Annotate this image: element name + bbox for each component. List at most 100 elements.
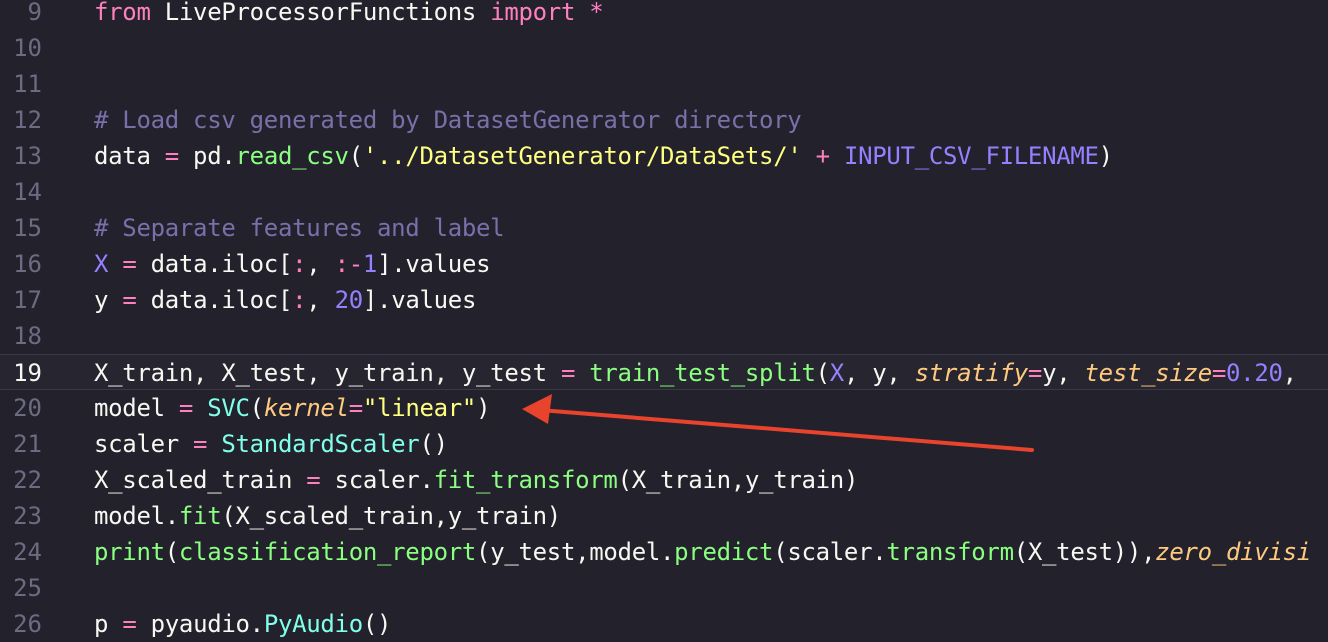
line-number: 12: [13, 106, 42, 134]
line-number: 22: [13, 466, 42, 494]
code-token: "linear": [362, 394, 477, 422]
code-token: data.iloc[: [136, 250, 293, 278]
code-token: =: [306, 466, 321, 494]
code-line[interactable]: 19 X_train, X_test, y_train, y_test = tra…: [0, 354, 1328, 390]
code-editor[interactable]: 9 from LiveProcessorFunctions import * 10 1…: [0, 0, 1328, 638]
code-token: kernel: [263, 394, 349, 422]
line-number: 20: [13, 394, 42, 422]
code-token: LiveProcessorFunctions: [150, 0, 491, 26]
code-text: data = pd.read_csv('../DatasetGenerator/…: [94, 138, 1113, 174]
code-token: (y_test,model.: [476, 538, 675, 566]
code-text: X_scaled_train = scaler.fit_transform(X_…: [94, 462, 858, 498]
line-number: 26: [13, 610, 42, 638]
code-token: transform: [886, 538, 1014, 566]
line-number: 14: [13, 178, 42, 206]
code-line[interactable]: 12 # Load csv generated by DatasetGenerat…: [0, 102, 1328, 138]
line-number: 19: [13, 359, 42, 387]
code-token: 0.20: [1226, 359, 1283, 387]
code-token: ].values: [377, 250, 491, 278]
code-token: test_size: [1084, 359, 1213, 387]
line-number: 23: [13, 502, 42, 530]
code-token: 20: [334, 286, 364, 314]
code-token: :-: [334, 250, 364, 278]
code-token: =: [1027, 359, 1043, 387]
code-line[interactable]: 21 scaler = StandardScaler(): [0, 426, 1328, 462]
code-token: , y,: [843, 359, 915, 387]
code-token: ): [476, 394, 491, 422]
code-token: fit_transform: [433, 466, 618, 494]
code-line[interactable]: 15 # Separate features and label: [0, 210, 1328, 246]
code-token: (: [815, 359, 830, 387]
code-token: =: [348, 394, 363, 422]
code-line[interactable]: 10: [0, 30, 1328, 66]
code-token: PyAudio: [263, 610, 363, 638]
code-line[interactable]: 25: [0, 570, 1328, 606]
line-number: 9: [27, 0, 42, 26]
code-text: scaler = StandardScaler(): [94, 426, 448, 462]
code-line[interactable]: 13 data = pd.read_csv('../DatasetGenerato…: [0, 138, 1328, 174]
code-token: =: [122, 610, 137, 638]
code-token: StandardScaler: [221, 430, 420, 458]
line-number: 18: [13, 322, 42, 350]
code-line[interactable]: 20 model = SVC(kernel="linear"): [0, 390, 1328, 426]
line-number: 10: [13, 34, 42, 62]
code-token: y: [94, 286, 123, 314]
code-line[interactable]: 18: [0, 318, 1328, 354]
code-line[interactable]: 11: [0, 66, 1328, 102]
code-token: ,: [306, 286, 335, 314]
code-line[interactable]: 26 p = pyaudio.PyAudio(): [0, 606, 1328, 642]
code-line[interactable]: 22 X_scaled_train = scaler.fit_transform(…: [0, 462, 1328, 498]
code-token: =: [122, 250, 137, 278]
line-number: 13: [13, 142, 42, 170]
code-token: +: [815, 142, 830, 170]
code-token: read_csv: [235, 142, 350, 170]
line-number: 24: [13, 538, 42, 566]
code-line[interactable]: 23 model.fit(X_scaled_train,y_train): [0, 498, 1328, 534]
code-text: # Load csv generated by DatasetGenerator…: [94, 102, 802, 138]
line-number: 17: [13, 286, 42, 314]
code-token: data: [94, 142, 165, 170]
code-token: model: [94, 394, 179, 422]
code-token: INPUT_CSV_FILENAME: [843, 142, 1099, 170]
code-token: :: [292, 286, 307, 314]
code-token: ].values: [362, 286, 477, 314]
code-token: :: [292, 250, 307, 278]
code-token: # Load csv generated by DatasetGenerator…: [94, 106, 802, 134]
code-text: X_train, X_test, y_train, y_test = train…: [94, 355, 1297, 391]
code-token: *: [589, 0, 604, 26]
line-number: 15: [13, 214, 42, 242]
code-line[interactable]: 17 y = data.iloc[:, 20].values: [0, 282, 1328, 318]
code-line[interactable]: 14: [0, 174, 1328, 210]
code-token: from: [94, 0, 151, 26]
code-line[interactable]: 16 X = data.iloc[:, :-1].values: [0, 246, 1328, 282]
code-token: (): [362, 610, 392, 638]
line-number: 16: [13, 250, 42, 278]
code-token: =: [178, 394, 194, 422]
code-token: X: [829, 359, 844, 387]
code-token: fit: [178, 502, 222, 530]
code-token: scaler: [94, 430, 194, 458]
code-text: # Separate features and label: [94, 210, 505, 246]
code-token: pyaudio.: [136, 610, 265, 638]
code-token: (X_train,y_train): [617, 466, 859, 494]
code-line[interactable]: 9 from LiveProcessorFunctions import *: [0, 0, 1328, 30]
code-token: p: [94, 610, 123, 638]
code-token: import: [490, 0, 576, 26]
code-line[interactable]: 24 print(classification_report(y_test,mod…: [0, 534, 1328, 570]
line-number: 11: [13, 70, 42, 98]
code-token: zero_divisi: [1155, 538, 1311, 566]
code-token: model.: [94, 502, 179, 530]
code-text: from LiveProcessorFunctions import *: [94, 0, 604, 30]
code-token: (: [249, 394, 264, 422]
code-token: =: [1211, 359, 1227, 387]
line-number: 25: [13, 574, 42, 602]
code-token: y,: [1042, 359, 1085, 387]
code-token: (): [419, 430, 448, 458]
code-text: y = data.iloc[:, 20].values: [94, 282, 476, 318]
code-token: ,: [306, 250, 335, 278]
